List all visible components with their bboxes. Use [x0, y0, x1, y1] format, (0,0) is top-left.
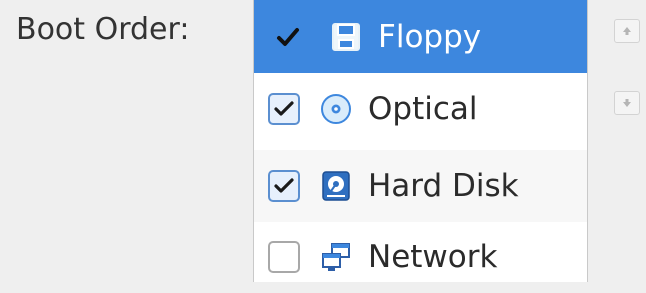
boot-item-optical[interactable]: Optical	[254, 73, 587, 145]
optical-disc-icon	[318, 91, 354, 127]
floppy-icon	[328, 19, 364, 55]
boot-item-label: Hard Disk	[368, 168, 519, 204]
boot-item-label: Network	[368, 239, 498, 275]
boot-item-floppy[interactable]: Floppy	[254, 0, 587, 73]
hard-disk-checkbox[interactable]	[268, 170, 300, 202]
hard-disk-icon	[318, 168, 354, 204]
boot-item-hard-disk[interactable]: Hard Disk	[254, 150, 587, 222]
arrow-up-icon	[621, 22, 633, 41]
boot-item-network[interactable]: Network	[254, 221, 587, 293]
move-up-button[interactable]	[614, 19, 640, 43]
boot-order-list[interactable]: Floppy Optical Hard Disk Network	[253, 0, 588, 282]
optical-checkbox[interactable]	[268, 93, 300, 125]
boot-item-label: Optical	[368, 91, 478, 127]
boot-order-label: Boot Order:	[16, 12, 190, 47]
move-down-button[interactable]	[614, 91, 640, 115]
boot-item-label: Floppy	[378, 18, 482, 55]
arrow-down-icon	[621, 94, 633, 113]
checkmark-icon[interactable]	[268, 26, 308, 48]
network-icon	[318, 239, 354, 275]
network-checkbox[interactable]	[268, 241, 300, 273]
